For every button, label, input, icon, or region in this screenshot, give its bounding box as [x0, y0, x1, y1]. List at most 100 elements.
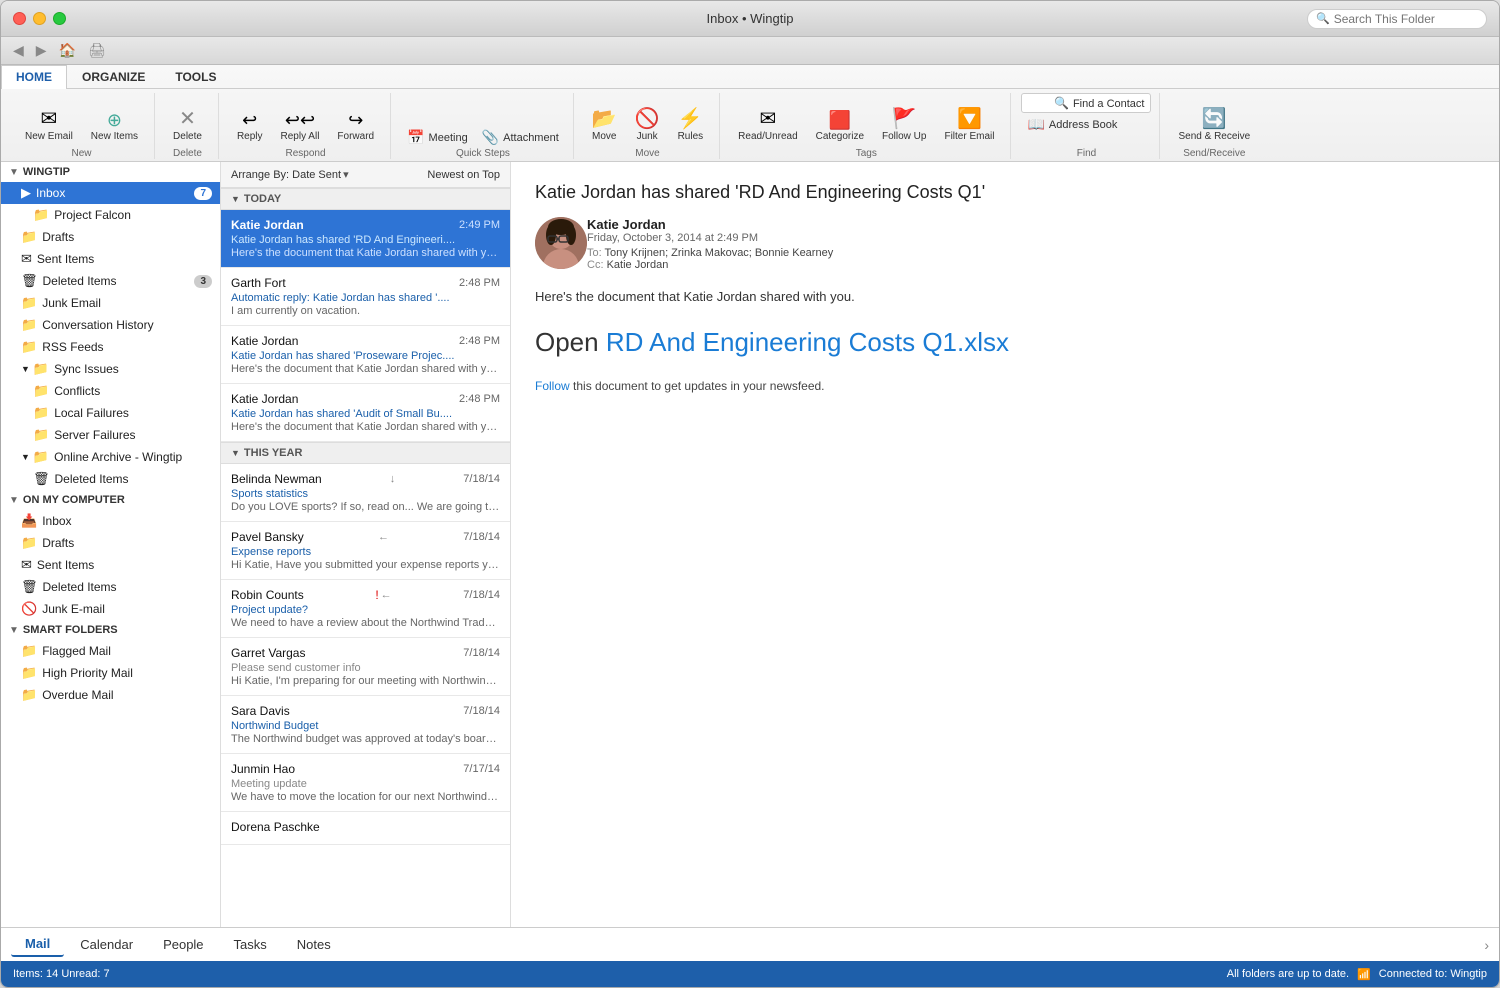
local-deleted-icon: 🗑 — [21, 579, 38, 595]
sidebar-item-label-local-drafts: Drafts — [42, 536, 74, 550]
ribbon-group-find: 🔍 Find a Contact 📖 Address Book Find — [1013, 93, 1160, 159]
sidebar-item-online-archive[interactable]: ▼ 📁 Online Archive - Wingtip — [1, 446, 220, 468]
reply-all-button[interactable]: ↩↩ Reply All — [273, 107, 328, 146]
reading-follow-link[interactable]: Follow — [535, 379, 570, 393]
sidebar-item-drafts-local[interactable]: 📁 Drafts — [1, 532, 220, 554]
maximize-button[interactable] — [53, 12, 66, 25]
move-icon: 📂 — [592, 109, 617, 129]
sidebar-item-sent-local[interactable]: ✉ Sent Items — [1, 554, 220, 576]
follow-up-button[interactable]: 🚩 Follow Up — [874, 105, 934, 146]
move-button[interactable]: 📂 Move — [584, 105, 625, 146]
email-item-3[interactable]: Katie Jordan 2:48 PM Katie Jordan has sh… — [221, 384, 510, 442]
tab-home[interactable]: HOME — [1, 65, 67, 89]
sidebar-item-sent-wingtip[interactable]: ✉ Sent Items — [1, 248, 220, 270]
sidebar-item-junk-local[interactable]: 🚫 Junk E-mail — [1, 598, 220, 620]
email-item-0[interactable]: Katie Jordan 2:49 PM Katie Jordan has sh… — [221, 210, 510, 268]
email-item-6[interactable]: Robin Counts ! ← 7/18/14 Project update?… — [221, 580, 510, 638]
rules-button[interactable]: ⚡ Rules — [670, 105, 712, 146]
forward-button[interactable]: ↪ Forward — [329, 107, 382, 146]
sidebar-section-header-smart[interactable]: ▼ SMART FOLDERS — [1, 620, 220, 640]
delete-button[interactable]: ✕ Delete — [165, 105, 210, 146]
local-sent-icon: ✉ — [21, 557, 32, 573]
nav-back-button[interactable]: ◀ — [9, 40, 28, 61]
nav-item-mail[interactable]: Mail — [11, 932, 64, 957]
status-right: All folders are up to date. 📶 Connected … — [1227, 968, 1487, 981]
email-item-2[interactable]: Katie Jordan 2:48 PM Katie Jordan has sh… — [221, 326, 510, 384]
email-item-9[interactable]: Junmin Hao 7/17/14 Meeting update We hav… — [221, 754, 510, 812]
sidebar-item-sync-issues[interactable]: ▼ 📁 Sync Issues — [1, 358, 220, 380]
reading-file-link[interactable]: RD And Engineering Costs Q1.xlsx — [606, 327, 1009, 357]
sidebar-item-deleted-wingtip[interactable]: 🗑 Deleted Items 3 — [1, 270, 220, 292]
send-receive-button[interactable]: 🔄 Send & Receive — [1170, 105, 1258, 146]
sidebar-item-rss[interactable]: 📁 RSS Feeds — [1, 336, 220, 358]
filter-email-button[interactable]: 🔽 Filter Email — [936, 105, 1002, 146]
window-title: Inbox • Wingtip — [707, 11, 794, 26]
email-preview-4: Do you LOVE sports? If so, read on... We… — [231, 501, 500, 513]
deleted-icon: 🗑 — [21, 273, 38, 289]
email-item-10[interactable]: Dorena Paschke — [221, 812, 510, 845]
sidebar-item-conflicts[interactable]: 📁 Conflicts — [1, 380, 220, 402]
email-item-7[interactable]: Garret Vargas 7/18/14 Please send custom… — [221, 638, 510, 696]
sidebar-item-archive-deleted[interactable]: 🗑 Deleted Items — [1, 468, 220, 490]
tab-organize[interactable]: ORGANIZE — [67, 65, 160, 88]
sidebar-item-high-priority[interactable]: 📁 High Priority Mail — [1, 662, 220, 684]
tab-tools[interactable]: TOOLS — [160, 65, 231, 88]
sidebar-item-flagged-mail[interactable]: 📁 Flagged Mail — [1, 640, 220, 662]
download-flag-icon: ↓ — [390, 473, 396, 485]
read-unread-button[interactable]: ✉ Read/Unread — [730, 105, 805, 146]
sort-label[interactable]: Arrange By: Date Sent — [231, 169, 341, 181]
sidebar-item-inbox-local[interactable]: 📥 Inbox — [1, 510, 220, 532]
sidebar-item-overdue[interactable]: 📁 Overdue Mail — [1, 684, 220, 706]
email-item-4[interactable]: Belinda Newman ↓ 7/18/14 Sports statisti… — [221, 464, 510, 522]
nav-item-people[interactable]: People — [149, 933, 217, 956]
date-group-label-today: TODAY — [244, 193, 281, 205]
nav-item-calendar[interactable]: Calendar — [66, 933, 147, 956]
sidebar-section-header-wingtip[interactable]: ▼ WINGTIP — [1, 162, 220, 182]
drafts-icon: 📁 — [21, 229, 37, 245]
close-button[interactable] — [13, 12, 26, 25]
reply-button[interactable]: ↩ Reply — [229, 107, 271, 146]
nav-item-notes[interactable]: Notes — [283, 933, 345, 956]
new-items-button[interactable]: ⊕ New Items — [83, 107, 146, 146]
categorize-button[interactable]: 🟥 Categorize — [808, 107, 872, 146]
nav-home-button[interactable]: 🏠 — [55, 40, 80, 61]
bottom-nav-chevron[interactable]: › — [1484, 937, 1489, 953]
nav-item-tasks[interactable]: Tasks — [220, 933, 281, 956]
email-item-5[interactable]: Pavel Bansky ← 7/18/14 Expense reports H… — [221, 522, 510, 580]
sidebar-item-deleted-local[interactable]: 🗑 Deleted Items — [1, 576, 220, 598]
nav-print-button[interactable]: 🖨 — [84, 40, 110, 61]
sidebar-section-label-computer: ON MY COMPUTER — [23, 494, 125, 506]
attachment-button[interactable]: 📎 Attachment — [476, 128, 565, 146]
sidebar-item-local-failures[interactable]: 📁 Local Failures — [1, 402, 220, 424]
reading-follow-line: Follow this document to get updates in y… — [535, 377, 1475, 396]
sort-order-button[interactable]: Newest on Top — [427, 169, 500, 181]
email-subject-8: Northwind Budget — [231, 720, 500, 732]
meeting-button[interactable]: 📅 Meeting — [401, 128, 474, 146]
sort-dropdown-icon[interactable]: ▾ — [343, 168, 349, 181]
email-item-1[interactable]: Garth Fort 2:48 PM Automatic reply: Kati… — [221, 268, 510, 326]
address-book-button[interactable]: 📖 Address Book — [1021, 115, 1123, 133]
email-sender-10: Dorena Paschke — [231, 820, 320, 834]
sidebar-item-inbox-wingtip[interactable]: ▶ Inbox 7 — [1, 182, 220, 204]
sidebar-item-project-falcon[interactable]: 📁 Project Falcon — [1, 204, 220, 226]
sidebar-item-label-junk: Junk Email — [42, 296, 101, 310]
status-items-count: Items: 14 — [13, 968, 58, 980]
minimize-button[interactable] — [33, 12, 46, 25]
new-email-button[interactable]: ✉ New Email — [17, 105, 81, 146]
email-item-8[interactable]: Sara Davis 7/18/14 Northwind Budget The … — [221, 696, 510, 754]
junk-button[interactable]: 🚫 Junk — [627, 105, 668, 146]
sidebar-item-conversation-history[interactable]: 📁 Conversation History — [1, 314, 220, 336]
ribbon: HOME ORGANIZE TOOLS ✉ New Email ⊕ New It… — [1, 65, 1499, 162]
sidebar-item-drafts-wingtip[interactable]: 📁 Drafts — [1, 226, 220, 248]
nav-forward-button[interactable]: ▶ — [32, 40, 51, 61]
search-input[interactable] — [1334, 12, 1478, 26]
sidebar-item-label-local-inbox: Inbox — [42, 514, 71, 528]
sidebar-item-junk-wingtip[interactable]: 📁 Junk Email — [1, 292, 220, 314]
sidebar-item-server-failures[interactable]: 📁 Server Failures — [1, 424, 220, 446]
search-box[interactable]: 🔍 — [1307, 9, 1487, 29]
sidebar-section-header-computer[interactable]: ▼ ON MY COMPUTER — [1, 490, 220, 510]
email-preview-8: The Northwind budget was approved at tod… — [231, 733, 500, 745]
flagged-mail-icon: 📁 — [21, 643, 37, 659]
find-contact-button[interactable]: 🔍 Find a Contact — [1021, 93, 1151, 113]
reading-from: Katie Jordan — [587, 217, 833, 232]
